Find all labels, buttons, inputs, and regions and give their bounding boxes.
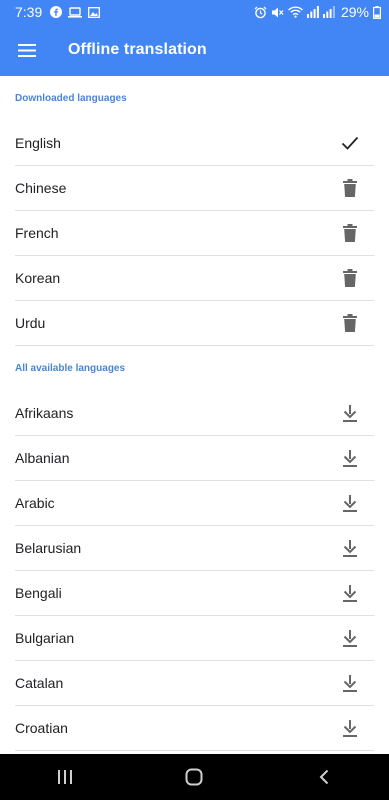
language-row-arabic[interactable]: Arabic — [15, 481, 374, 526]
language-row-english[interactable]: English — [15, 121, 374, 166]
language-label: Korean — [15, 270, 61, 286]
menu-button[interactable] — [1, 24, 53, 76]
trash-icon[interactable] — [338, 311, 362, 335]
alarm-icon — [254, 6, 267, 19]
download-icon[interactable] — [338, 716, 362, 740]
mute-icon — [271, 6, 284, 19]
language-label: Croatian — [15, 720, 68, 736]
language-label: Bengali — [15, 585, 62, 601]
download-icon[interactable] — [338, 446, 362, 470]
language-row-belarusian[interactable]: Belarusian — [15, 526, 374, 571]
hamburger-menu-icon — [18, 43, 36, 57]
download-icon[interactable] — [338, 401, 362, 425]
language-label: Bulgarian — [15, 630, 75, 646]
language-label: English — [15, 135, 61, 151]
status-bar: 7:39 29% — [0, 0, 389, 24]
wifi-icon — [287, 6, 303, 18]
language-label: Afrikaans — [15, 405, 74, 421]
download-icon[interactable] — [338, 491, 362, 515]
trash-icon[interactable] — [338, 266, 362, 290]
home-icon — [185, 768, 203, 786]
language-label: Belarusian — [15, 540, 82, 556]
app-bar: Offline translation — [0, 24, 389, 76]
section-header-available: All available languages — [15, 363, 126, 374]
language-row-urdu[interactable]: Urdu — [15, 301, 374, 346]
language-label: Arabic — [15, 495, 55, 511]
signal-icon — [322, 6, 335, 18]
language-row-bengali[interactable]: Bengali — [15, 571, 374, 616]
signal-icon — [306, 6, 319, 18]
language-row-korean[interactable]: Korean — [15, 256, 374, 301]
laptop-icon — [68, 6, 83, 18]
check-icon — [338, 131, 362, 155]
language-row-catalan[interactable]: Catalan — [15, 661, 374, 706]
language-row-french[interactable]: French — [15, 211, 374, 256]
trash-icon[interactable] — [338, 221, 362, 245]
language-label: French — [15, 225, 59, 241]
home-button[interactable] — [164, 754, 224, 800]
language-list: Downloaded languages English Chinese Fre… — [0, 76, 389, 754]
language-row-albanian[interactable]: Albanian — [15, 436, 374, 481]
language-row-bulgarian[interactable]: Bulgarian — [15, 616, 374, 661]
download-icon[interactable] — [338, 671, 362, 695]
system-navigation-bar — [0, 754, 389, 800]
image-icon — [88, 6, 101, 18]
language-label: Catalan — [15, 675, 64, 691]
download-icon[interactable] — [338, 536, 362, 560]
back-button[interactable] — [294, 754, 354, 800]
battery-percentage: 29% — [340, 4, 369, 20]
language-row-croatian[interactable]: Croatian — [15, 706, 374, 751]
status-time: 7:39 — [15, 4, 43, 20]
status-left-icons — [50, 6, 101, 18]
recents-icon — [57, 770, 72, 784]
recents-button[interactable] — [35, 754, 95, 800]
facebook-icon — [50, 6, 63, 18]
status-right-icons: 29% — [254, 4, 381, 20]
back-icon — [319, 769, 329, 785]
language-label: Urdu — [15, 315, 46, 331]
download-icon[interactable] — [338, 581, 362, 605]
language-label: Albanian — [15, 450, 70, 466]
download-icon[interactable] — [338, 626, 362, 650]
language-row-chinese[interactable]: Chinese — [15, 166, 374, 211]
language-row-afrikaans[interactable]: Afrikaans — [15, 391, 374, 436]
page-title: Offline translation — [68, 41, 207, 58]
battery-icon — [373, 5, 381, 19]
language-label: Chinese — [15, 180, 67, 196]
section-header-downloaded: Downloaded languages — [15, 93, 127, 104]
trash-icon[interactable] — [338, 176, 362, 200]
